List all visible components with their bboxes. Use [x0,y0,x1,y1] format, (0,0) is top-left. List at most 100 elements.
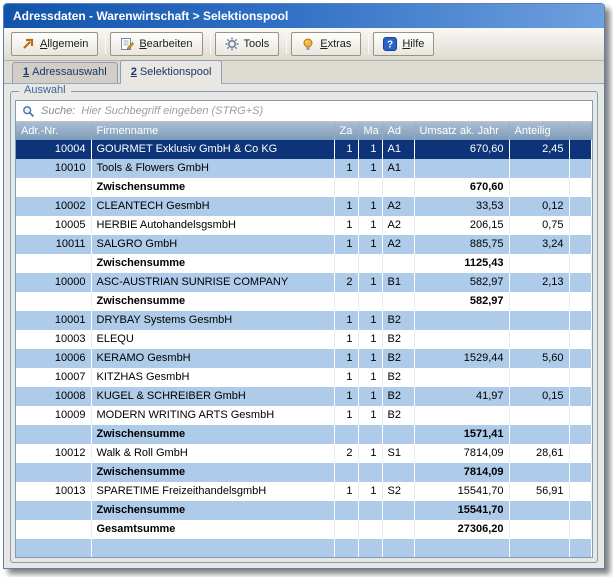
cell-ma: 1 [358,482,382,501]
header-umsatz[interactable]: Umsatz ak. Jahr [414,122,509,140]
cell-anteilig: 2,45 [509,140,569,159]
svg-text:?: ? [387,40,393,51]
allgemein-button[interactable]: Allgemein [11,32,98,56]
cell-ma: 1 [358,216,382,235]
cell-umsatz: 1571,41 [414,425,509,444]
cell-ad [382,425,414,444]
cell-filler [569,235,592,254]
cell-ma: 1 [358,273,382,292]
cell-ad: S1 [382,444,414,463]
cell-filler [569,368,592,387]
cell-umsatz [414,539,509,558]
cell-ad: A2 [382,235,414,254]
cell-za [334,178,358,197]
table-row[interactable]: 10001DRYBAY Systems GesmbH11B2 [16,311,592,330]
cell-filler [569,387,592,406]
table-row[interactable]: 10003ELEQU11B2 [16,330,592,349]
tools-button[interactable]: Tools [215,32,280,56]
cell-ad [382,520,414,539]
cell-firmenname: KUGEL & SCHREIBER GmbH [91,387,334,406]
cell-filler [569,463,592,482]
cell-anteilig: 0,75 [509,216,569,235]
search-icon [22,105,35,118]
cell-filler [569,159,592,178]
cell-adr-nr: 10002 [16,197,91,216]
cell-ad: B2 [382,387,414,406]
hilfe-button[interactable]: ? Hilfe [373,32,434,56]
header-ma[interactable]: Ma [358,122,382,140]
search-input[interactable]: Hier Suchbegriff eingeben (STRG+S) [81,105,263,117]
search-bar[interactable]: Suche: Hier Suchbegriff eingeben (STRG+S… [16,101,592,122]
table-row[interactable]: 10007KITZHAS GesmbH11B2 [16,368,592,387]
cell-firmenname: Zwischensumme [91,178,334,197]
total-row: Gesamtsumme27306,20 [16,520,592,539]
table-row[interactable]: 10005HERBIE AutohandelsgsmbH11A2206,150,… [16,216,592,235]
header-anteilig[interactable]: Anteilig [509,122,569,140]
cell-umsatz: 885,75 [414,235,509,254]
table-row[interactable]: 10013SPARETIME FreizeithandelsgmbH11S215… [16,482,592,501]
allgemein-label: Allgemein [40,38,88,50]
cell-umsatz [414,330,509,349]
cell-ad [382,501,414,520]
header-ad[interactable]: Ad [382,122,414,140]
header-adr-nr[interactable]: Adr.-Nr. [16,122,91,140]
cell-ma: 1 [358,330,382,349]
cell-anteilig [509,520,569,539]
cell-ad: B2 [382,330,414,349]
table-row[interactable]: 10010Tools & Flowers GmbH11A1 [16,159,592,178]
cell-ma [358,178,382,197]
cell-ma [358,254,382,273]
cell-adr-nr: 10001 [16,311,91,330]
tab-selektionspool[interactable]: 2Selektionspool [120,60,223,84]
cell-filler [569,197,592,216]
title-bar[interactable]: Adressdaten - Warenwirtschaft > Selektio… [4,4,604,28]
table-row[interactable]: 10000ASC-AUSTRIAN SUNRISE COMPANY21B1582… [16,273,592,292]
cell-ad: B2 [382,311,414,330]
cell-firmenname: GOURMET Exklusiv GmbH & Co KG [91,140,334,159]
cell-adr-nr: 10013 [16,482,91,501]
cell-adr-nr [16,254,91,273]
cell-filler [569,501,592,520]
cell-adr-nr [16,292,91,311]
cell-adr-nr [16,501,91,520]
cell-umsatz: 7814,09 [414,444,509,463]
tab-adressauswahl[interactable]: 1Adressauswahl [12,62,118,83]
table-row[interactable]: 10002CLEANTECH GesmbH11A233,530,12 [16,197,592,216]
cell-adr-nr: 10007 [16,368,91,387]
cell-umsatz: 33,53 [414,197,509,216]
cell-anteilig [509,159,569,178]
table-row[interactable]: 10012Walk & Roll GmbH21S17814,0928,61 [16,444,592,463]
table-row[interactable]: 10008KUGEL & SCHREIBER GmbH11B241,970,15 [16,387,592,406]
cell-za: 1 [334,311,358,330]
table-row[interactable]: 10011SALGRO GmbH11A2885,753,24 [16,235,592,254]
cell-ad [382,178,414,197]
table-row[interactable]: 10009MODERN WRITING ARTS GesmbH11B2 [16,406,592,425]
cell-filler [569,273,592,292]
extras-button[interactable]: Extras [291,32,361,56]
cell-ma [358,463,382,482]
table-row[interactable]: 10006KERAMO GesmbH11B21529,445,60 [16,349,592,368]
cell-firmenname: Tools & Flowers GmbH [91,159,334,178]
cell-anteilig [509,425,569,444]
header-za[interactable]: Za [334,122,358,140]
cell-za: 1 [334,159,358,178]
cell-umsatz: 15541,70 [414,482,509,501]
cell-za: 1 [334,349,358,368]
cell-adr-nr [16,463,91,482]
cell-anteilig [509,178,569,197]
cell-firmenname: SALGRO GmbH [91,235,334,254]
extras-icon [301,37,315,51]
cell-firmenname: KITZHAS GesmbH [91,368,334,387]
header-firmenname[interactable]: Firmenname [91,122,334,140]
subtotal-row: Zwischensumme15541,70 [16,501,592,520]
cell-firmenname: Zwischensumme [91,292,334,311]
cell-ma [358,520,382,539]
table-row[interactable]: 10004GOURMET Exklusiv GmbH & Co KG11A167… [16,140,592,159]
bearbeiten-button[interactable]: Bearbeiten [110,32,202,56]
cell-ad [382,539,414,558]
cell-ma: 1 [358,387,382,406]
cell-adr-nr: 10003 [16,330,91,349]
groupbox-label: Auswahl [19,84,71,96]
cell-firmenname: MODERN WRITING ARTS GesmbH [91,406,334,425]
header-filler [569,122,592,140]
